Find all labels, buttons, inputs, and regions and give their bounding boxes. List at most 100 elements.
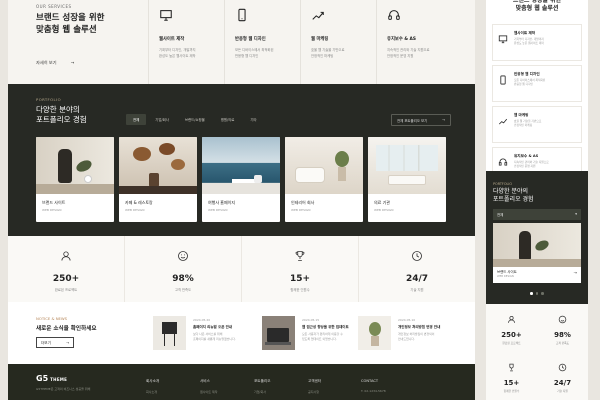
service-card[interactable]: 반응형 웹 디자인 모든 디바이스에서 최적화된 반응형 웹 디자인 [224,0,300,84]
stat-value: 250+ [52,274,80,284]
tab-company[interactable]: 기업/회사 [148,114,176,125]
service-desc: 지속적인 관리와 기술 지원으로 안정적인 운영 지원 [387,48,430,58]
news-more-button[interactable]: 더보기 → [36,337,74,348]
footer-col: 고객센터 공지사항 [308,379,322,394]
services-section: OUR SERVICES 브랜드 성장을 위한 맞춤형 웹 솔루션 자세히 보기… [8,0,475,84]
footer-desc: G5THEME은 고객의 비즈니스 성공을 위해 [36,387,91,391]
portfolio-card[interactable]: 의료 기관 WEB DESIGN [368,137,446,222]
mobile-icon [500,75,506,85]
stat-item: 15+ 함께한 인원수 [242,236,359,302]
tab-brand-shop[interactable]: 브랜드/쇼핑몰 [178,114,212,125]
card-name: 의료 기관 [374,200,390,205]
stat-item: 250+ 완료된 프로젝트 [486,304,537,352]
all-portfolio-button[interactable]: 전체 포트폴리오 보기 → [391,114,451,126]
stat-value: 15+ [289,274,311,284]
cafe-image [119,137,197,194]
mobile-title: 브랜드 성장을 위한 맞춤형 웹 솔루션 [512,0,562,12]
footer-link[interactable]: 기업/회사 [254,390,271,394]
portfolio-label: PORTFOLIO [493,182,513,186]
category-select[interactable]: 전체 ▾ [493,209,581,220]
stat-value: 250+ [501,331,522,339]
headset-icon [498,158,508,166]
footer-link[interactable]: 웹사이트 제작 [200,390,218,394]
card-category: WEB DESIGN [497,275,514,278]
mobile-portfolio: PORTFOLIO 다양한 분야의 포트폴리오 경험 전체 ▾ 브랜드 사이트 W… [486,171,588,304]
card-category: WEB DESIGN [291,208,311,212]
desktop-preview: OUR SERVICES 브랜드 성장을 위한 맞춤형 웹 솔루션 자세히 보기… [8,0,475,400]
news-date: 2024.05.20 [193,318,211,322]
footer-col: 서비스 웹사이트 제작 [200,379,218,394]
tab-etc[interactable]: 기타 [243,114,263,125]
trophy-icon [509,363,514,372]
arrow-right-icon: → [65,341,69,345]
footer-col: 포트폴리오 기업/회사 [254,379,271,394]
footer-logo[interactable]: G5 THEME [36,374,67,383]
headset-icon [388,10,400,20]
chart-icon [498,118,508,125]
mobile-service-card[interactable]: 반응형 웹 디자인 모든 디바이스에서 최적화된 반응형 웹 디자인 [492,65,582,102]
news-title: 새로운 소식을 확인하세요 [36,326,97,332]
portfolio-card[interactable]: 여행사 홈페이지 WEB DESIGN [202,137,280,222]
card-name: 카페 & 레스토랑 [125,200,153,205]
monitor-icon [160,10,172,21]
carousel-dots [530,292,544,295]
mobile-preview: 브랜드 성장을 위한 맞춤형 웹 솔루션 웹사이트 제작 기획부터 디자인, 개… [486,0,588,400]
service-card[interactable]: 유지보수 & AS 지속적인 관리와 기술 지원으로 안정적인 운영 지원 [376,0,452,84]
arrow-right-icon[interactable]: → [574,270,577,275]
portfolio-card[interactable]: 인테리어 회사 WEB DESIGN [285,137,363,222]
user-icon [61,251,71,261]
news-item-title: 개인정보 처리방침 변경 안내 [398,325,441,329]
portfolio-tabs: 전체 기업/회사 브랜드/쇼핑몰 병원/의료 기타 [126,114,264,125]
card-name: 브랜드 사이트 [497,270,517,274]
hero-title: 브랜드 성장을 위한 맞춤형 웹 솔루션 [36,13,105,35]
stat-item: 24/7 기술 지원 [359,236,475,302]
mobile-service-card[interactable]: 웹 마케팅 효율 웹 기술을 기반으로 안정적인 마케팅 [492,106,582,143]
chair-thumbnail [153,316,186,350]
interior-image [285,137,363,194]
carousel-dot[interactable] [541,292,544,295]
service-desc: 효율 웹 기술을 기반으로 안정적인 마케팅 [311,48,345,58]
clock-icon [412,251,422,261]
service-card[interactable]: 웹사이트 제작 기획부터 디자인, 개발까지 완성도 높은 웹사이트 제작 [148,0,224,84]
service-desc: 기획부터 디자인, 개발까지 완성도 높은 웹사이트 제작 [514,37,544,46]
stat-label: 기술 지원 [410,288,424,292]
news-item[interactable]: 2024.05.15 웹 접근성 향상을 위한 업데이트 모든 사용자가 편리하… [262,316,362,352]
service-card[interactable]: 웹 마케팅 효율 웹 기술을 기반으로 안정적인 마케팅 [300,0,376,84]
service-name: 웹사이트 제작 [159,37,185,42]
news-item-desc: 보다 나은 서비스를 위해 홈페이지를 새롭게 리뉴얼했습니다. [193,332,236,341]
tab-all[interactable]: 전체 [126,114,147,125]
service-name: 반응형 웹 디자인 [235,37,266,42]
more-link[interactable]: 자세히 보기 → [36,60,74,66]
stat-label: 기술 지원 [557,389,568,393]
tab-medical[interactable]: 병원/의료 [214,114,242,125]
stat-label: 함께한 인원수 [290,288,310,292]
news-item[interactable]: 2024.05.10 개인정보 처리방침 변경 안내 개인정보 처리방침이 변경… [358,316,458,352]
trophy-icon [295,251,305,261]
stat-label: 완료된 프로젝트 [54,288,78,292]
portfolio-card[interactable]: 브랜드 사이트 WEB DESIGN → [493,223,581,283]
carousel-dot[interactable] [530,292,533,295]
stat-value: 98% [554,331,571,339]
news-item-desc: 모든 사용자가 편리하게 이용할 수 있도록 업데이트 되었습니다. [302,332,343,341]
service-desc: 지속적인 관리와 기술 지원으로 안정적인 운영 지원 [514,160,549,169]
smile-icon [178,251,188,261]
footer-col: CONTACT T. 02-1234-5678 [361,379,386,393]
chevron-down-icon: ▾ [575,212,577,216]
portfolio-card[interactable]: 브랜드 사이트 WEB DESIGN [36,137,114,222]
stat-value: 24/7 [553,379,572,387]
service-name: 반응형 웹 디자인 [514,72,540,76]
news-item-desc: 개인정보 처리방침이 변경되어 안내드립니다. [398,332,435,341]
news-item[interactable]: 2024.05.20 홈페이지 리뉴얼 오픈 안내 보다 나은 서비스를 위해 … [153,316,253,352]
service-name: 웹 마케팅 [514,113,529,117]
portfolio-card[interactable]: 카페 & 레스토랑 WEB DESIGN [119,137,197,222]
service-name: 웹사이트 제작 [514,31,536,35]
card-category: WEB DESIGN [42,208,62,212]
footer-link[interactable]: 공지사항 [308,390,321,394]
footer-link[interactable]: 회사소개 [146,390,159,394]
mobile-service-card[interactable]: 웹사이트 제작 기획부터 디자인, 개발까지 완성도 높은 웹사이트 제작 [492,24,582,61]
stat-item: 250+ 완료된 프로젝트 [8,236,125,302]
stat-label: 고객 만족도 [555,341,570,345]
news-date: 2024.05.10 [398,318,416,322]
carousel-dot[interactable] [535,292,538,295]
card-category: WEB DESIGN [208,208,228,212]
